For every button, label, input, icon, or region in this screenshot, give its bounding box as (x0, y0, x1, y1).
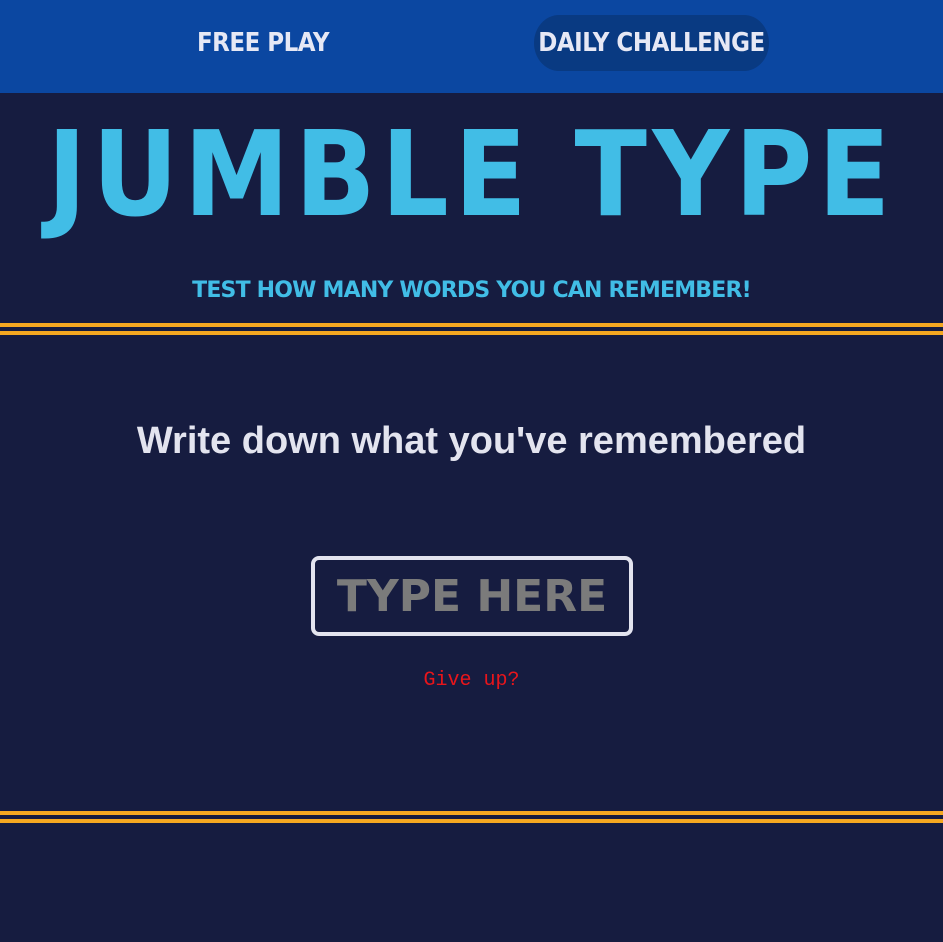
prompt-heading: Write down what you've remembered (136, 420, 807, 462)
top-nav-bar: FREE PLAY DAILY CHALLENGE (0, 0, 943, 93)
nav-free-play-button[interactable]: FREE PLAY (178, 15, 348, 71)
divider-top-line-2 (0, 331, 943, 335)
page: FREE PLAY DAILY CHALLENGE JUMBLE TYPE TE… (0, 0, 943, 942)
app-subtitle: TEST HOW MANY WORDS YOU CAN REMEMBER! (192, 278, 752, 303)
divider-top-line-1 (0, 323, 943, 327)
divider-bottom-line-2 (0, 819, 943, 823)
word-input[interactable] (311, 556, 633, 636)
app-title: JUMBLE TYPE (47, 105, 896, 243)
nav-daily-challenge-button[interactable]: DAILY CHALLENGE (534, 15, 769, 71)
give-up-link[interactable]: Give up? (423, 669, 519, 692)
divider-bottom-line-1 (0, 811, 943, 815)
give-up-row: Give up? (0, 668, 943, 694)
